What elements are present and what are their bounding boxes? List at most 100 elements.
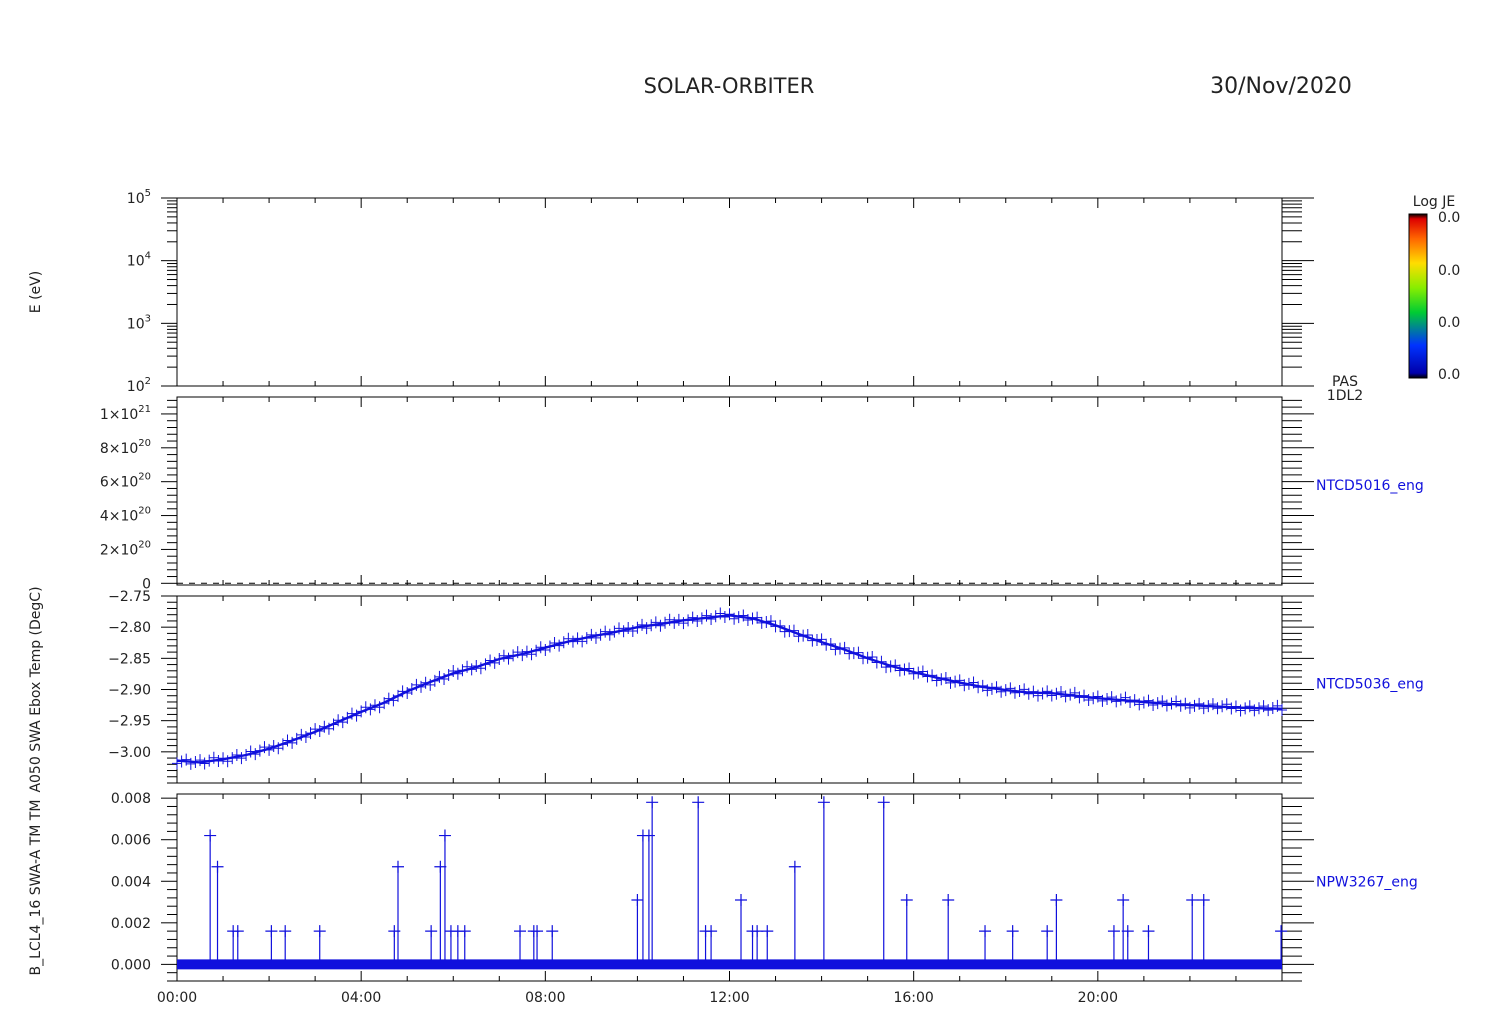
temperature-marker xyxy=(747,612,758,625)
temperature-marker xyxy=(218,752,229,765)
y-tick-label: −2.80 xyxy=(108,620,151,636)
temperature-marker xyxy=(503,652,514,665)
temperature-marker xyxy=(231,749,242,762)
y-tick-label: 105 xyxy=(127,188,151,207)
y-tick-label: −2.75 xyxy=(108,589,151,605)
panel-3: −3.00 −2.95 −2.90 −2.85 −2.80 −2.75 A050 SWA E… xyxy=(28,586,1424,792)
temperature-marker xyxy=(963,677,974,690)
parameter-label: NTCD5036_eng xyxy=(1316,677,1424,693)
colorbar-scale xyxy=(1408,213,1428,379)
x-tick-label: 16:00 xyxy=(893,990,933,1006)
temperature-marker xyxy=(544,640,555,653)
panel-group: 102103104105E (eV)PAS1DL202×10204×10206×… xyxy=(28,188,1424,982)
temperature-marker xyxy=(618,625,629,638)
y-tick-label-base: 1×10 xyxy=(100,407,138,423)
temperature-marker xyxy=(986,682,997,695)
temperature-markers xyxy=(172,607,1287,770)
temperature-marker xyxy=(199,757,210,770)
instrument-label: 1DL2 xyxy=(1327,388,1363,404)
y-tick-label-exponent: 21 xyxy=(138,404,151,415)
temperature-marker xyxy=(719,610,730,623)
spike-marker xyxy=(392,860,404,873)
temperature-marker xyxy=(567,635,578,648)
temperature-marker xyxy=(798,629,809,642)
temperature-marker xyxy=(1166,697,1177,710)
temperature-marker xyxy=(761,615,772,628)
spike-marker xyxy=(211,860,224,873)
temperature-marker xyxy=(452,667,463,680)
temperature-marker xyxy=(1138,696,1149,709)
temperature-marker xyxy=(581,632,592,645)
temperature-marker xyxy=(683,614,694,627)
plot-canvas: SOLAR-ORBITER 30/Nov/2020 102103104105E … xyxy=(28,74,1460,1006)
y-tick-label: −2.90 xyxy=(108,683,151,699)
temperature-marker xyxy=(706,613,717,626)
spike-marker xyxy=(761,925,774,938)
temperature-marker xyxy=(1088,692,1099,705)
temperature-marker xyxy=(913,666,924,679)
y-tick-label-exponent: 2 xyxy=(145,376,151,387)
spike-marker xyxy=(877,796,890,809)
spike-marker xyxy=(313,925,326,938)
temperature-marker xyxy=(862,651,873,664)
temperature-line xyxy=(176,614,1283,764)
parameter-label: NTCD5016_eng xyxy=(1316,478,1424,494)
temperature-marker xyxy=(927,669,938,682)
temperature-marker xyxy=(195,754,206,767)
temperature-marker xyxy=(190,756,201,769)
temperature-marker xyxy=(1102,692,1113,705)
temperature-marker xyxy=(1203,700,1214,713)
spike-marker xyxy=(631,893,644,906)
y-tick-label-base: 10 xyxy=(127,191,145,207)
y-tick-label-exponent: 20 xyxy=(138,472,151,483)
temperature-marker xyxy=(936,673,947,686)
temperature-marker xyxy=(733,611,744,624)
temperature-marker xyxy=(922,670,933,683)
temperature-marker xyxy=(899,663,910,676)
temperature-marker xyxy=(535,641,546,654)
temperature-marker xyxy=(876,655,887,668)
temperature-marker xyxy=(600,625,611,638)
temperature-marker xyxy=(890,659,901,672)
y-tick-label: 103 xyxy=(127,313,151,332)
y-tick-label: −2.95 xyxy=(108,714,151,730)
temperature-marker xyxy=(213,755,224,768)
temperature-marker xyxy=(885,660,896,673)
y-tick-label: 0.004 xyxy=(111,874,151,890)
spike-marker xyxy=(425,925,438,938)
x-tick-label: 04:00 xyxy=(341,990,381,1006)
temperature-marker xyxy=(641,622,652,635)
spike-marker xyxy=(1142,925,1155,938)
spike-marker xyxy=(900,893,913,906)
y-tick-label: 0.006 xyxy=(111,833,151,849)
x-tick-label: 20:00 xyxy=(1078,990,1118,1006)
temperature-marker xyxy=(586,628,597,641)
y-tick-label: 0.000 xyxy=(111,957,151,973)
x-tick-label: 08:00 xyxy=(525,990,565,1006)
y-tick-label: 0.002 xyxy=(111,916,151,932)
spike-marker xyxy=(204,829,217,842)
temperature-marker xyxy=(811,633,822,646)
spike-marker xyxy=(458,925,471,938)
y-tick-label-base: 10 xyxy=(127,254,145,270)
spike-marker xyxy=(531,925,544,938)
colorbar-title: Log JE xyxy=(1413,194,1455,210)
spike-marker xyxy=(438,829,451,842)
temperature-marker xyxy=(646,619,657,632)
time-axis: 00:00 04:00 08:00 12:00 16:00 20:00 xyxy=(157,990,1118,1006)
temperature-marker xyxy=(508,649,519,662)
y-tick-label: −2.85 xyxy=(108,651,151,667)
y-tick-label-exponent: 20 xyxy=(138,438,151,449)
spike-marker xyxy=(1041,925,1054,938)
y-tick-label-base: 8×10 xyxy=(100,441,138,457)
temperature-marker xyxy=(835,642,845,655)
temperature-marker xyxy=(609,625,620,638)
temperature-marker xyxy=(521,645,532,658)
x-tick-label: 00:00 xyxy=(157,990,197,1006)
spike-marker xyxy=(546,925,559,938)
y-tick-label: 8×1020 xyxy=(100,438,151,457)
y-tick-label-exponent: 20 xyxy=(138,539,151,550)
temperature-marker xyxy=(950,675,961,688)
temperature-marker xyxy=(1115,693,1126,706)
temperature-marker xyxy=(954,674,965,687)
